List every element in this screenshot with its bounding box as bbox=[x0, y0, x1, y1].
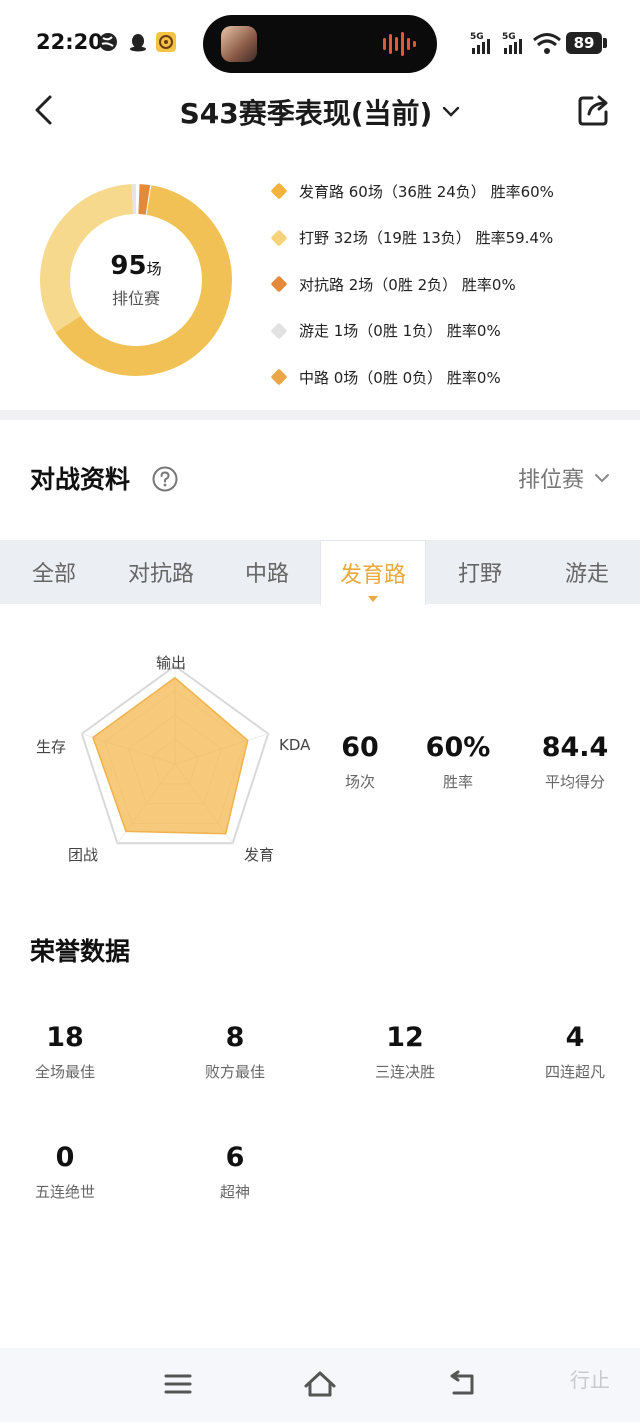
status-bar: 22:20 5G 5G 89 bbox=[0, 0, 640, 84]
dynamic-island[interactable] bbox=[203, 15, 437, 73]
page-title: S43赛季表现(当前) bbox=[179, 97, 433, 130]
tab-all[interactable]: 全部 bbox=[0, 540, 108, 604]
radar-label-survival: 生存 bbox=[36, 738, 67, 756]
honor-value: 8 bbox=[225, 1022, 245, 1053]
mode-dropdown[interactable]: 排位赛 bbox=[518, 462, 610, 494]
tab-top[interactable]: 对抗路 bbox=[108, 540, 214, 604]
honor-losing-mvp: 8 败方最佳 bbox=[155, 1022, 315, 1082]
honor-penta-kill: 0 五连绝世 bbox=[0, 1142, 145, 1202]
legend-text: 打野 32场（19胜 13负） 胜率59.4% bbox=[299, 229, 554, 248]
total-games-value: 95 bbox=[110, 251, 147, 281]
honor-label: 四连超凡 bbox=[544, 1063, 605, 1081]
legend-marker bbox=[270, 182, 288, 200]
honor-label: 超神 bbox=[219, 1183, 250, 1201]
radar-label-kda: KDA bbox=[279, 736, 311, 754]
stat-value: 60 bbox=[341, 732, 379, 763]
tab-label: 打野 bbox=[457, 562, 502, 587]
signal-2-label: 5G bbox=[502, 32, 516, 42]
radar-label-output: 输出 bbox=[156, 654, 187, 672]
share-icon[interactable] bbox=[576, 92, 612, 128]
stat-label: 胜率 bbox=[442, 773, 473, 791]
tab-label: 发育路 bbox=[339, 563, 406, 588]
tab-adc[interactable]: 发育路 bbox=[320, 540, 426, 605]
tab-label: 游走 bbox=[564, 562, 609, 587]
system-nav-bar: 行止 bbox=[0, 1348, 640, 1422]
honor-value: 18 bbox=[46, 1022, 84, 1053]
radar-label-teamfight: 团战 bbox=[68, 846, 99, 864]
role-legend: 发育路 60场（36胜 24负） 胜率60% 打野 32场（19胜 13负） 胜… bbox=[270, 168, 630, 401]
honor-label: 全场最佳 bbox=[34, 1063, 95, 1081]
stat-value: 60% bbox=[425, 732, 491, 763]
legend-item: 打野 32场（19胜 13负） 胜率59.4% bbox=[270, 215, 630, 262]
ability-radar: 输出 KDA 发育 团战 生存 bbox=[30, 648, 320, 872]
watermark-text: 行止 bbox=[570, 1368, 610, 1392]
page-title-dropdown[interactable]: S43赛季表现(当前) bbox=[0, 92, 640, 132]
back-nav-icon[interactable] bbox=[444, 1366, 480, 1402]
tab-label: 对抗路 bbox=[127, 562, 194, 587]
honor-mvp: 18 全场最佳 bbox=[0, 1022, 145, 1082]
section-divider bbox=[0, 410, 640, 420]
honor-value: 6 bbox=[225, 1142, 245, 1173]
signal-wifi-icons: 5G 5G bbox=[470, 32, 561, 54]
tab-mid[interactable]: 中路 bbox=[214, 540, 320, 604]
stat-value: 84.4 bbox=[541, 732, 609, 763]
honor-legendary: 6 超神 bbox=[155, 1142, 315, 1202]
honor-label: 五连绝世 bbox=[34, 1183, 95, 1201]
tab-jungle[interactable]: 打野 bbox=[426, 540, 534, 604]
legend-item: 游走 1场（0胜 1负） 胜率0% bbox=[270, 308, 630, 355]
honor-title: 荣誉数据 bbox=[30, 937, 131, 966]
battle-data-title: 对战资料 bbox=[30, 465, 131, 494]
battery-cap bbox=[603, 38, 607, 48]
honor-value: 4 bbox=[565, 1022, 585, 1053]
app-root: 22:20 5G 5G 89 S43赛季表现(当前) 95场 排位赛 发育路 6… bbox=[0, 0, 640, 1422]
legend-item: 中路 0场（0胜 0负） 胜率0% bbox=[270, 354, 630, 401]
honor-value: 12 bbox=[386, 1022, 424, 1053]
honor-triple-kill: 12 三连决胜 bbox=[325, 1022, 485, 1082]
help-icon[interactable] bbox=[152, 466, 178, 492]
legend-text: 中路 0场（0胜 0负） 胜率0% bbox=[299, 368, 501, 387]
legend-marker bbox=[270, 275, 288, 293]
legend-marker bbox=[270, 322, 288, 340]
legend-marker bbox=[270, 368, 288, 386]
legend-text: 对抗路 2场（0胜 2负） 胜率0% bbox=[299, 275, 516, 294]
honor-label: 败方最佳 bbox=[204, 1063, 265, 1081]
chevron-down-icon bbox=[443, 106, 460, 117]
active-tab-caret bbox=[368, 596, 378, 602]
stat-games: 60 场次 bbox=[320, 732, 400, 792]
legend-marker bbox=[270, 229, 288, 247]
stat-label: 平均得分 bbox=[544, 773, 605, 791]
stat-winrate: 60% 胜率 bbox=[418, 732, 498, 792]
battery-indicator: 89 bbox=[566, 32, 602, 54]
legend-text: 游走 1场（0胜 1负） 胜率0% bbox=[299, 322, 501, 341]
radar-svg bbox=[80, 664, 270, 845]
globe-icon bbox=[99, 33, 117, 51]
chevron-down-icon bbox=[595, 474, 609, 483]
stat-avg-score: 84.4 平均得分 bbox=[530, 732, 620, 792]
audio-wave-icon bbox=[383, 32, 416, 56]
honor-value: 0 bbox=[55, 1142, 75, 1173]
signal-1-label: 5G bbox=[470, 32, 484, 42]
legend-item: 对抗路 2场（0胜 2负） 胜率0% bbox=[270, 261, 630, 308]
status-time: 22:20 bbox=[36, 30, 103, 54]
total-games-label: 排位赛 bbox=[111, 289, 160, 308]
penguin-icon bbox=[130, 34, 146, 52]
media-avatar bbox=[221, 26, 257, 62]
honor-quadra-kill: 4 四连超凡 bbox=[495, 1022, 640, 1082]
radar-label-growth: 发育 bbox=[244, 846, 275, 864]
home-icon[interactable] bbox=[302, 1366, 338, 1402]
total-games: 95场 bbox=[110, 251, 161, 281]
mode-label: 排位赛 bbox=[517, 468, 584, 493]
legend-text: 发育路 60场（36胜 24负） 胜率60% bbox=[299, 182, 554, 201]
app-notification-icon bbox=[156, 32, 176, 52]
tab-label: 中路 bbox=[244, 562, 289, 587]
honor-label: 三连决胜 bbox=[374, 1063, 435, 1081]
donut-center: 95场 排位赛 bbox=[40, 184, 232, 376]
role-tabs: 全部 对抗路 中路 发育路 打野 游走 bbox=[0, 540, 640, 605]
tab-label: 全部 bbox=[31, 562, 76, 587]
tab-support[interactable]: 游走 bbox=[534, 540, 640, 604]
stat-label: 场次 bbox=[344, 773, 375, 791]
menu-icon[interactable] bbox=[160, 1366, 196, 1402]
total-games-unit: 场 bbox=[146, 260, 162, 278]
legend-item: 发育路 60场（36胜 24负） 胜率60% bbox=[270, 168, 630, 215]
